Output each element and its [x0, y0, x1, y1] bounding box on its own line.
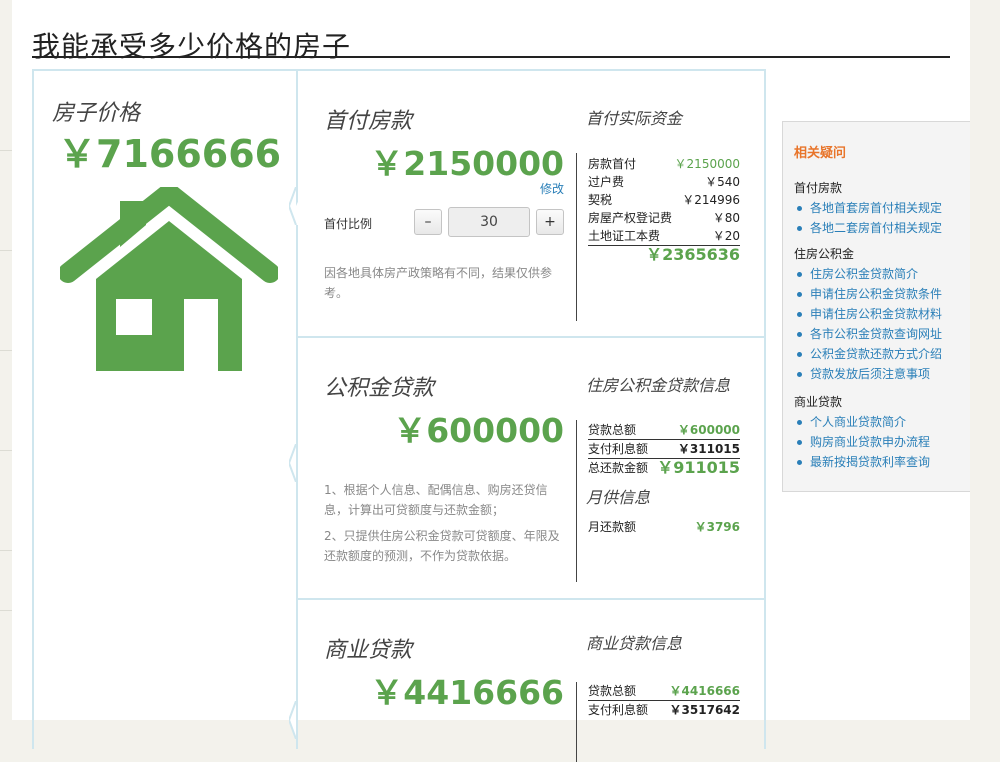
commercial-loan-amount: ￥4416666	[370, 673, 564, 712]
house-icon	[60, 187, 278, 371]
page-gutter	[0, 0, 12, 720]
modify-link[interactable]: 修改	[540, 180, 564, 197]
ratio-decrease-button[interactable]: –	[414, 209, 442, 235]
info-row: 房款首付 ￥2150000	[588, 157, 740, 171]
sidebar-link[interactable]: 购房商业贷款申办流程	[797, 432, 969, 452]
sidebar-group: 住房公积金 住房公积金贷款简介 申请住房公积金贷款条件 申请住房公积金贷款材料 …	[794, 244, 969, 384]
sidebar-link[interactable]: 最新按揭贷款利率查询	[797, 452, 969, 472]
info-row: 房屋产权登记费 ￥80	[588, 211, 740, 225]
ratio-increase-button[interactable]: +	[536, 209, 564, 235]
commercial-loan-panel: 商业贷款 ￥4416666 商业贷款信息 贷款总额 ￥4416666 支付利息额 ￥…	[296, 600, 766, 762]
fund-loan-title: 公积金贷款	[324, 376, 435, 401]
sidebar-link[interactable]: 申请住房公积金贷款材料	[797, 304, 969, 324]
info-row: 贷款总额 ￥600000	[588, 423, 740, 437]
down-payment-info-table: 房款首付 ￥2150000 过户费 ￥540 契税 ￥214996 房屋产权登记费 ￥8…	[588, 155, 740, 266]
info-row: 贷款总额 ￥4416666	[588, 684, 740, 698]
sidebar-group: 首付房款 各地首套房首付相关规定 各地二套房首付相关规定	[794, 178, 969, 238]
fund-loan-info-table: 贷款总额 ￥600000 支付利息额 ￥311015 总还款金额 ￥911015	[588, 421, 740, 479]
fund-loan-total: 总还款金额 ￥911015	[588, 458, 740, 477]
ratio-input[interactable]: 30	[448, 207, 530, 237]
sidebar-link[interactable]: 公积金贷款还款方式介绍	[797, 344, 969, 364]
house-price-value: ￥7166666	[58, 132, 282, 176]
info-row: 支付利息额 ￥3517642	[588, 700, 740, 719]
commercial-loan-info-title: 商业贷款信息	[586, 634, 683, 653]
down-payment-note: 因各地具体房产政策略有不同，结果仅供参考。	[324, 266, 553, 300]
page-title: 我能承受多少价格的房子	[32, 29, 352, 63]
info-row: 土地证工本费 ￥20	[588, 229, 740, 243]
info-divider	[576, 682, 577, 762]
sidebar-link[interactable]: 住房公积金贷款简介	[797, 264, 969, 284]
down-payment-amount: ￥2150000	[370, 144, 564, 183]
fund-loan-panel: 公积金贷款 ￥600000 1、根据个人信息、配偶信息、购房还贷信息，计算出可贷…	[296, 338, 766, 600]
info-row: 契税 ￥214996	[588, 193, 740, 207]
down-payment-panel: 首付房款 ￥2150000 修改 首付比例 – 30 + 因各地具体房产政策略有…	[296, 71, 766, 338]
commercial-loan-info-table: 贷款总额 ￥4416666 支付利息额 ￥3517642	[588, 682, 740, 719]
house-price-column: 房子价格 ￥7166666	[34, 71, 298, 749]
related-questions-sidebar: 相关疑问 首付房款 各地首套房首付相关规定 各地二套房首付相关规定 住房公积金 …	[782, 121, 972, 492]
commercial-loan-title: 商业贷款	[324, 638, 413, 663]
fund-loan-note-2: 2、只提供住房公积金贷款可贷额度、年限及还款额度的预测，不作为贷款依据。	[324, 529, 560, 563]
info-divider	[576, 153, 577, 321]
down-payment-total: ￥2365636	[588, 245, 740, 266]
sidebar-link[interactable]: 各地二套房首付相关规定	[797, 218, 969, 238]
info-row: 过户费 ￥540	[588, 175, 740, 189]
sidebar-link[interactable]: 贷款发放后须注意事项	[797, 364, 969, 384]
title-divider	[32, 56, 950, 58]
sidebar-group: 商业贷款 个人商业贷款简介 购房商业贷款申办流程 最新按揭贷款利率查询	[794, 392, 969, 472]
sidebar-link[interactable]: 个人商业贷款简介	[797, 412, 969, 432]
fund-loan-note-1: 1、根据个人信息、配偶信息、购房还贷信息，计算出可贷额度与还款金额；	[324, 483, 548, 517]
sidebar-link[interactable]: 各地首套房首付相关规定	[797, 198, 969, 218]
sidebar-group-heading: 商业贷款	[794, 395, 843, 409]
monthly-info-title: 月供信息	[586, 488, 651, 507]
info-row: 月还款额 ￥3796	[588, 520, 740, 534]
sidebar-title: 相关疑问	[794, 146, 847, 161]
down-payment-info-title: 首付实际资金	[586, 109, 683, 128]
fund-loan-info-title: 住房公积金贷款信息	[586, 376, 731, 395]
sidebar-group-heading: 首付房款	[794, 181, 843, 195]
monthly-info-table: 月还款额 ￥3796	[588, 518, 740, 536]
sidebar-link[interactable]: 申请住房公积金贷款条件	[797, 284, 969, 304]
fund-loan-amount: ￥600000	[393, 411, 564, 450]
sidebar-group-heading: 住房公积金	[794, 247, 855, 261]
info-divider	[576, 420, 577, 582]
page-margin-right	[970, 0, 1000, 720]
info-row: 支付利息额 ￥311015	[588, 439, 740, 458]
down-payment-title: 首付房款	[324, 109, 413, 134]
calculator-board: 房子价格 ￥7166666 首付房款 ￥2150000 修改 首付比例 – 30…	[32, 69, 766, 762]
sidebar-link[interactable]: 各市公积金贷款查询网址	[797, 324, 969, 344]
down-payment-ratio-label: 首付比例	[324, 217, 373, 231]
